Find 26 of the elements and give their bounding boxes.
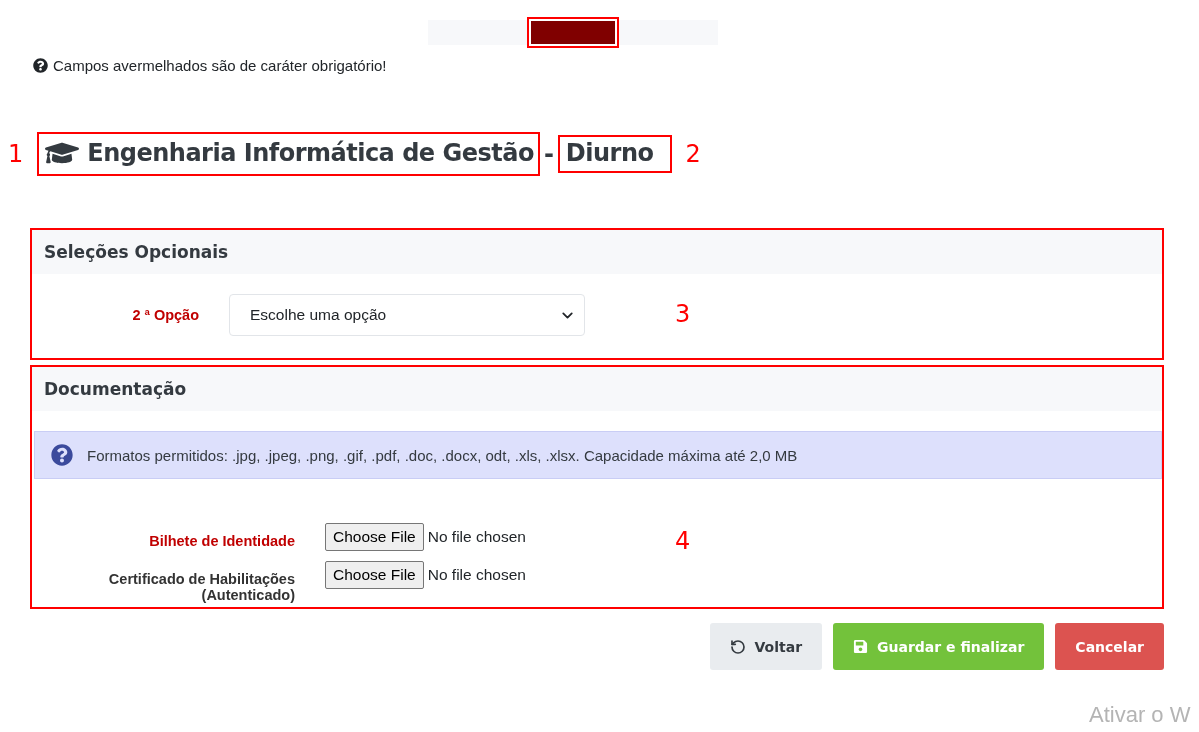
cancel-button[interactable]: Cancelar [1055, 623, 1164, 670]
field-label: 2 ª Opção [131, 307, 199, 323]
back-button[interactable]: Voltar [709, 623, 823, 670]
question-icon [51, 444, 73, 466]
file-status: No file chosen [427, 566, 526, 584]
activation-watermark: Ativar o W [1089, 702, 1192, 728]
field-label: Certificado de Habilitações (Autenticado) [107, 571, 295, 603]
info-text: Formatos permitidos: .jpg, .jpeg, .png, .gif, .pdf, .doc, .docx, odt, .xls, .xlsx. Capacidade máxima até 2,0 MB [87, 446, 798, 464]
field-label: Bilhete de Identidade [148, 533, 295, 549]
undo-icon [729, 638, 746, 655]
choose-file-button[interactable]: Choose File [325, 561, 424, 589]
required-note: Campos avermelhados são de caráter obrigatório! [53, 57, 387, 74]
annotation-number: 3 [675, 300, 691, 328]
annotation-number: 2 [685, 140, 701, 168]
file-status: No file chosen [427, 528, 526, 546]
section-header: Seleções Opcionais [32, 230, 1162, 274]
title-separator: - [543, 140, 554, 168]
annotation-number: 1 [8, 140, 24, 168]
course-title: Engenharia Informática de Gestão [87, 139, 534, 167]
course-shift: Diurno [565, 139, 654, 167]
choose-file-button[interactable]: Choose File [325, 523, 424, 551]
save-icon [853, 639, 869, 654]
option-select[interactable]: Escolhe uma opção [229, 294, 585, 336]
question-icon [33, 58, 48, 73]
section-header: Documentação [32, 367, 1162, 411]
annotation-number: 4 [675, 527, 691, 555]
